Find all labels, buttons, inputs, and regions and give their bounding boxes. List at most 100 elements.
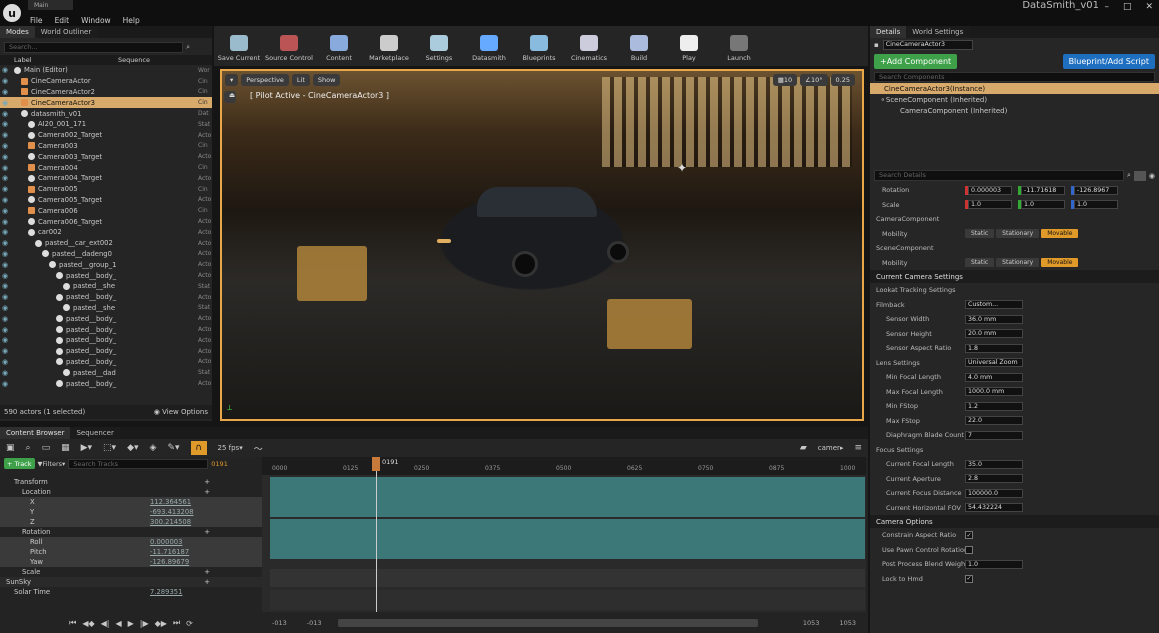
mobility-static-button[interactable]: Static [965, 229, 995, 239]
show-button[interactable]: Show [312, 74, 341, 86]
lens-property-field[interactable]: 1.2 [965, 401, 1023, 411]
sequencer-track[interactable]: Rotation + [0, 527, 262, 537]
toolbar-play-button[interactable]: Play [664, 26, 714, 66]
visibility-eye-icon[interactable]: ◉ [0, 250, 10, 258]
eye-icon[interactable]: ◉ [1149, 172, 1155, 180]
toolbar-build-button[interactable]: Build [614, 26, 664, 66]
sequencer-track[interactable]: Yaw -126.89679 [0, 557, 262, 567]
track-value[interactable]: 300.214508 [150, 518, 210, 526]
lens-property-field[interactable]: 22.0 [965, 416, 1023, 426]
track-value[interactable]: -693.413208 [150, 508, 210, 516]
scene-component-row[interactable]: ⚬ SceneComponent (Inherited) [870, 94, 1159, 105]
mobility-movable-button[interactable]: Movable [1041, 258, 1079, 268]
sequence-column[interactable]: Sequence [60, 56, 150, 64]
add-key-icon[interactable]: + [150, 488, 210, 496]
visibility-eye-icon[interactable]: ◉ [0, 380, 10, 388]
pencil-icon[interactable]: ✎▾ [167, 443, 179, 453]
visibility-eye-icon[interactable]: ◉ [0, 228, 10, 236]
rotation-section[interactable] [270, 519, 865, 559]
visibility-eye-icon[interactable]: ◉ [0, 218, 10, 226]
visibility-eye-icon[interactable]: ◉ [0, 185, 10, 193]
toolbar-content-button[interactable]: Content [314, 26, 364, 66]
toolbar-settings-button[interactable]: Settings [414, 26, 464, 66]
outliner-row[interactable]: ◉ pasted__car_ext002 Acto [0, 238, 212, 249]
visibility-eye-icon[interactable]: ◉ [0, 153, 10, 161]
search-details-input[interactable]: Search Details [874, 170, 1124, 181]
outliner-row[interactable]: ◉ car002 Acto [0, 227, 212, 238]
visibility-eye-icon[interactable]: ◉ [0, 272, 10, 280]
mobility-stationary-button[interactable]: Stationary [996, 229, 1040, 239]
car-model[interactable] [417, 181, 647, 291]
sunsky-section[interactable] [270, 569, 865, 587]
camera-rig-right[interactable] [607, 299, 692, 349]
tab-sequencer[interactable]: Sequencer [70, 427, 120, 439]
sequencer-track[interactable]: Z 300.214508 [0, 517, 262, 527]
range-value[interactable]: 1053 [803, 619, 820, 627]
camera-dropdown[interactable]: camer ▸ [818, 444, 844, 452]
camera-option-checkbox[interactable]: ✓ [965, 531, 973, 540]
search-components-input[interactable]: Search Components [874, 72, 1155, 82]
track-value[interactable]: -11.716187 [150, 548, 210, 556]
sequencer-track[interactable]: Transform + [0, 477, 262, 487]
range-value[interactable]: -013 [272, 619, 287, 627]
minimize-icon[interactable]: – [1104, 2, 1109, 12]
step-back-icon[interactable]: ◀| [101, 619, 110, 628]
close-icon[interactable]: ✕ [1145, 2, 1153, 12]
sequencer-track[interactable]: SunSky + [0, 577, 262, 587]
search-tracks-input[interactable]: Search Tracks [68, 458, 209, 469]
eject-icon[interactable]: ⏏ [224, 91, 236, 103]
outliner-row[interactable]: ◉ pasted__body_ Acto [0, 378, 212, 389]
add-component-button[interactable]: +Add Component [874, 53, 958, 69]
toolbar-launch-button[interactable]: Launch [714, 26, 764, 66]
key-icon[interactable]: ◆▾ [127, 443, 138, 453]
angle-snap-button[interactable]: ∠ 10° [800, 74, 828, 86]
sequencer-track[interactable]: Y -693.413208 [0, 507, 262, 517]
visibility-eye-icon[interactable]: ◉ [0, 315, 10, 323]
field-scale-z[interactable]: 1.0 [1074, 200, 1118, 210]
outliner-row[interactable]: ◉ Camera004_Target Acto [0, 173, 212, 184]
blueprint-add-script-button[interactable]: Blueprint/Add Script [1062, 53, 1155, 69]
range-value[interactable]: -013 [307, 619, 322, 627]
grid-snap-button[interactable]: ▦ 10 [772, 74, 798, 86]
camera-rig-left[interactable] [297, 246, 367, 301]
render-icon[interactable]: ▦ [61, 443, 70, 453]
camera-component-row[interactable]: CameraComponent (Inherited) [870, 105, 1159, 116]
mobility-static-button[interactable]: Static [965, 258, 995, 268]
component-instance-row[interactable]: CineCameraActor3(Instance) [870, 83, 1159, 94]
outliner-row[interactable]: ◉ pasted__dad Stat [0, 367, 212, 378]
visibility-eye-icon[interactable]: ◉ [0, 336, 10, 344]
camera-component-group[interactable]: CameraComponent [870, 212, 1159, 227]
lens-property-field[interactable]: 7 [965, 430, 1023, 440]
camera-icon[interactable]: ▭ [42, 443, 51, 453]
view-options-button[interactable]: ◉ View Options [154, 408, 208, 416]
menu-edit[interactable]: Edit [49, 16, 76, 25]
tab-details[interactable]: Details [870, 26, 907, 38]
add-track-button[interactable]: + Track [4, 458, 35, 469]
current-camera-property-field[interactable]: 35.0 [965, 459, 1023, 469]
menu-icon[interactable]: ≡ [854, 443, 862, 453]
outliner-row[interactable]: ◉ Camera004 Cin [0, 162, 212, 173]
tab-modes[interactable]: Modes [0, 26, 35, 38]
lens-property-field[interactable]: 4.0 mm [965, 372, 1023, 382]
outliner-row[interactable]: ◉ AI20_001_171 Stat [0, 119, 212, 130]
sequencer-track[interactable]: Solar Time 7.289351 [0, 587, 262, 597]
sequencer-track[interactable]: Location + [0, 487, 262, 497]
folder-icon[interactable]: ▰ [800, 443, 807, 453]
field-scale-y[interactable]: 1.0 [1021, 200, 1065, 210]
filmback-property-field[interactable]: 1.8 [965, 343, 1023, 353]
visibility-eye-icon[interactable]: ◉ [0, 293, 10, 301]
snap-icon[interactable]: ⬚▾ [103, 443, 116, 453]
outliner-row[interactable]: ◉ CineCameraActor3 Cin [0, 97, 212, 109]
level-viewport[interactable]: ▾ Perspective Lit Show ▦ 10 ∠ 10° 0.25 ⏏… [220, 69, 864, 421]
track-value[interactable]: 112.364561 [150, 498, 210, 506]
fps-dropdown[interactable]: 25 fps ▾ [218, 444, 243, 452]
outliner-row[interactable]: ◉ Camera006 Cin [0, 205, 212, 216]
mobility-movable-button[interactable]: Movable [1041, 229, 1079, 239]
visibility-eye-icon[interactable]: ◉ [0, 239, 10, 247]
outliner-row[interactable]: ◉ pasted__body_ Acto [0, 346, 212, 357]
toolbar-source-control-button[interactable]: Source Control [264, 26, 314, 66]
grid-view-icon[interactable] [1133, 170, 1146, 181]
track-value[interactable]: 7.289351 [150, 588, 210, 596]
playhead-handle[interactable] [372, 457, 380, 471]
loop-icon[interactable]: ⟳ [186, 619, 193, 628]
